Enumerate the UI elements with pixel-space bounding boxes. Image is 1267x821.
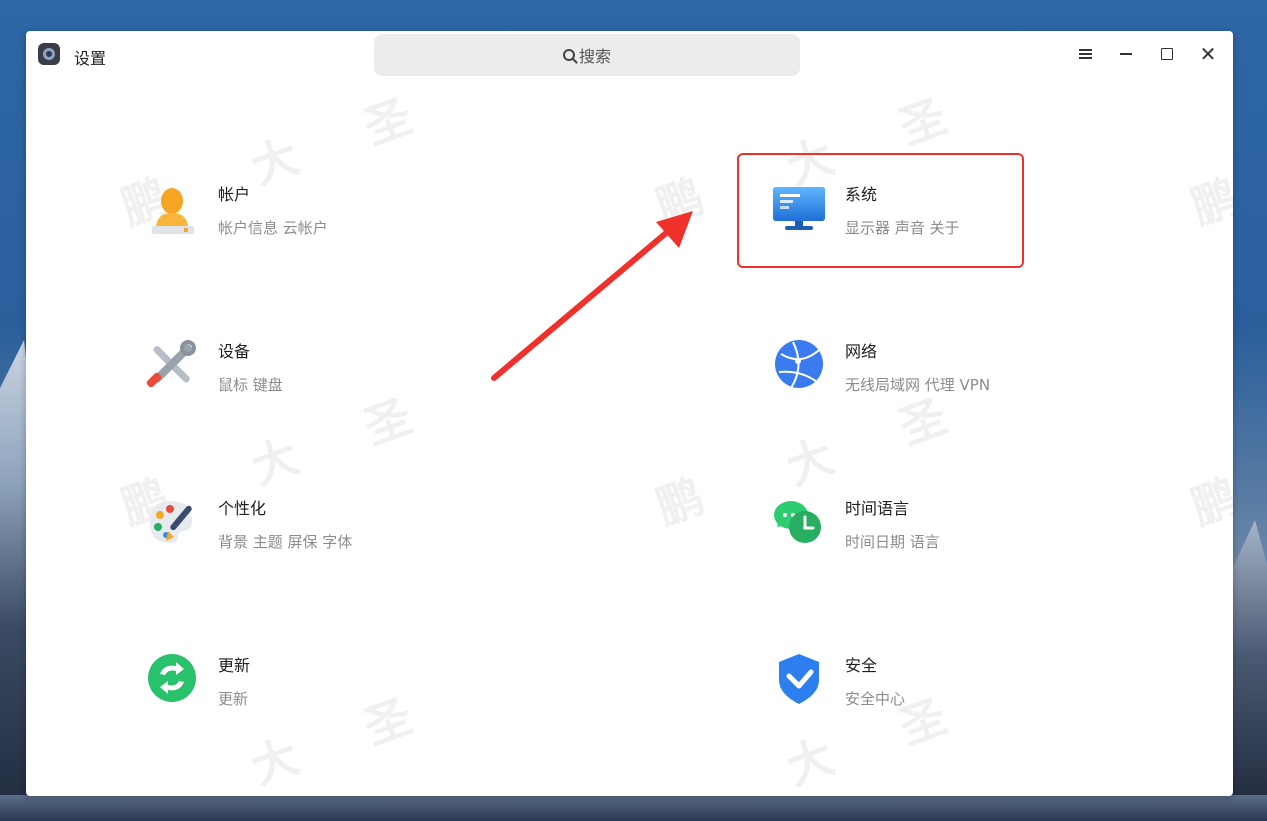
category-description: 时间日期 语言 [845, 533, 940, 551]
minimize-button[interactable] [1115, 43, 1137, 65]
search-input[interactable]: 搜索 [374, 34, 800, 76]
category-network[interactable]: 网络 无线局域网 代理 VPN [771, 336, 1071, 416]
minimize-icon [1120, 53, 1132, 55]
maximize-button[interactable] [1156, 43, 1178, 65]
category-accounts[interactable]: 帐户 帐户信息 云帐户 [144, 179, 444, 259]
category-title: 更新 [218, 656, 251, 675]
close-icon: ✕ [1199, 42, 1217, 66]
category-title: 网络 [845, 342, 878, 361]
watermark: 鹏 [649, 168, 711, 236]
account-icon [152, 188, 194, 234]
maximize-icon [1161, 48, 1173, 60]
category-title: 时间语言 [845, 499, 910, 518]
category-title: 帐户 [218, 185, 251, 204]
category-title: 安全 [845, 656, 878, 675]
close-button[interactable]: ✕ [1197, 43, 1219, 65]
category-title: 设备 [218, 342, 251, 361]
category-description: 更新 [218, 690, 249, 708]
category-description: 鼠标 键盘 [218, 376, 283, 394]
category-devices[interactable]: 设备 鼠标 键盘 [144, 336, 444, 416]
palette-icon [150, 501, 192, 543]
watermark: 鹏 [649, 468, 711, 536]
hamburger-icon [1078, 50, 1092, 58]
category-description: 帐户信息 云帐户 [218, 219, 328, 237]
watermark: 大 [779, 728, 841, 796]
watermark: 圣 [357, 88, 419, 156]
watermark: 圣 [892, 88, 954, 156]
category-personalization[interactable]: 个性化 背景 主题 屏保 字体 [144, 493, 444, 573]
category-description: 背景 主题 屏保 字体 [218, 533, 353, 551]
time-language-icon [774, 501, 821, 543]
category-description: 无线局域网 代理 VPN [845, 376, 991, 394]
category-description: 安全中心 [845, 690, 906, 708]
watermark: 鹏 [1184, 168, 1233, 236]
tools-icon [146, 340, 196, 388]
category-title: 个性化 [218, 499, 267, 518]
search-placeholder: 搜索 [578, 47, 611, 66]
search-icon [562, 49, 575, 61]
watermark: 大 [244, 428, 306, 496]
desktop-mountain-right [1227, 520, 1267, 821]
highlight-box [737, 153, 1024, 268]
watermark: 大 [779, 428, 841, 496]
shield-icon [779, 654, 819, 704]
settings-window: 鹏 大 圣 鹏 大 圣 鹏 鹏 大 圣 鹏 大 圣 鹏 大 圣 大 圣 设置 搜… [26, 31, 1233, 796]
update-icon [148, 654, 196, 702]
desktop-mountain-bottom [0, 795, 1267, 821]
watermark: 大 [244, 728, 306, 796]
menu-button[interactable] [1074, 43, 1096, 65]
watermark: 鹏 [1184, 468, 1233, 536]
window-title: 设置 [74, 49, 107, 68]
category-time-language[interactable]: 时间语言 时间日期 语言 [771, 493, 1071, 573]
globe-icon [775, 340, 823, 389]
settings-app-icon [38, 43, 60, 65]
category-update[interactable]: 更新 更新 [144, 650, 444, 730]
category-security[interactable]: 安全 安全中心 [771, 650, 1071, 730]
